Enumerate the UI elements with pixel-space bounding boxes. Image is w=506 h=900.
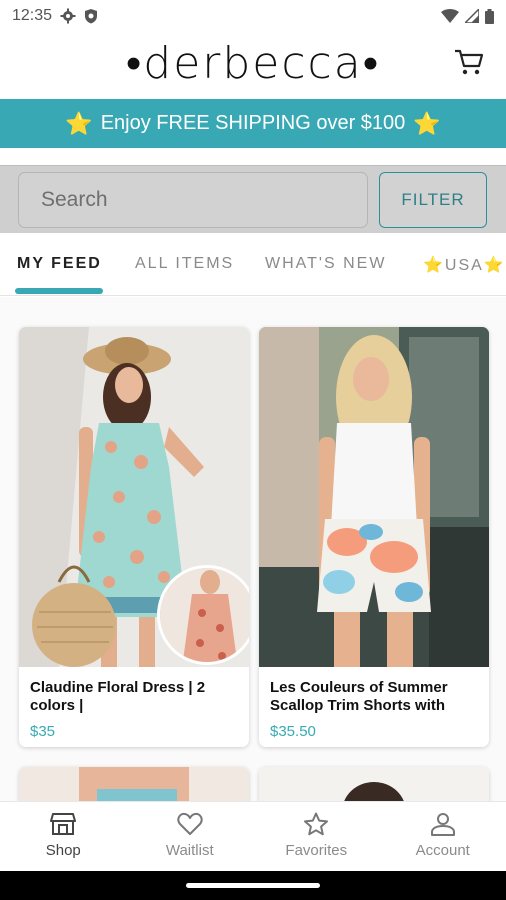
home-gesture-handle[interactable] [186, 883, 320, 888]
product-title[interactable]: Claudine Floral Dress | 2 colors | [19, 667, 249, 721]
brand-logo: •derbecca• [125, 38, 381, 89]
feed-tabs: MY FEED ALL ITEMS WHAT'S NEW ⭐USA⭐ [0, 233, 506, 296]
status-bar: 12:35 [0, 0, 506, 32]
filter-button[interactable]: FILTER [379, 172, 487, 228]
store-icon [50, 813, 77, 835]
cart-button[interactable] [454, 48, 486, 80]
nav-waitlist[interactable]: Waitlist [127, 802, 254, 871]
star-icon: ⭐ [65, 110, 93, 136]
product-photo [19, 767, 249, 801]
product-card[interactable] [19, 767, 249, 801]
star-icon [304, 812, 329, 836]
cart-icon [455, 49, 484, 75]
product-card[interactable] [259, 767, 489, 801]
app-header: •derbecca• [0, 32, 506, 99]
heart-icon [177, 812, 203, 835]
nav-label: Shop [45, 842, 81, 859]
active-tab-indicator [15, 288, 103, 294]
product-image[interactable] [259, 327, 489, 667]
product-card[interactable]: Claudine Floral Dress | 2 colors | $35 [19, 327, 249, 747]
nav-label: Account [415, 842, 470, 859]
search-bar: FILTER [0, 165, 506, 233]
promo-banner[interactable]: ⭐ Enjoy FREE SHIPPING over $100 ⭐ [0, 99, 506, 148]
product-card[interactable]: Les Couleurs of Summer Scallop Trim Shor… [259, 327, 489, 747]
tab-whats-new[interactable]: WHAT'S NEW [265, 255, 386, 273]
promo-text: Enjoy FREE SHIPPING over $100 [100, 112, 406, 134]
system-gesture-bar [0, 871, 506, 900]
tab-my-feed[interactable]: MY FEED [17, 255, 102, 273]
variant-photo [160, 568, 249, 662]
product-price: $35 [30, 723, 56, 740]
nav-label: Favorites [285, 842, 348, 859]
tab-all-items[interactable]: ALL ITEMS [135, 255, 234, 273]
nav-account[interactable]: Account [380, 802, 506, 871]
search-input[interactable] [18, 172, 368, 228]
product-image[interactable] [19, 327, 249, 667]
battery-icon [485, 8, 494, 24]
nav-label: Waitlist [165, 842, 214, 859]
gear-icon [60, 8, 76, 24]
product-feed[interactable]: Claudine Floral Dress | 2 colors | $35 L… [0, 297, 506, 801]
status-time: 12:35 [12, 7, 53, 24]
nav-shop[interactable]: Shop [0, 802, 127, 871]
nav-favorites[interactable]: Favorites [253, 802, 380, 871]
bottom-navigation: Shop Waitlist Favorites Account [0, 801, 506, 871]
color-variant-thumbnail[interactable] [157, 565, 249, 665]
product-title[interactable]: Les Couleurs of Summer Scallop Trim Shor… [259, 667, 489, 721]
star-icon: ⭐ [413, 110, 441, 136]
signal-icon [465, 9, 479, 23]
product-photo [259, 767, 489, 801]
person-icon [430, 813, 455, 836]
product-photo [259, 327, 489, 667]
shield-icon [85, 9, 98, 24]
wifi-icon [441, 9, 459, 23]
product-price: $35.50 [270, 723, 316, 740]
tab-usa[interactable]: ⭐USA⭐ [423, 255, 506, 275]
